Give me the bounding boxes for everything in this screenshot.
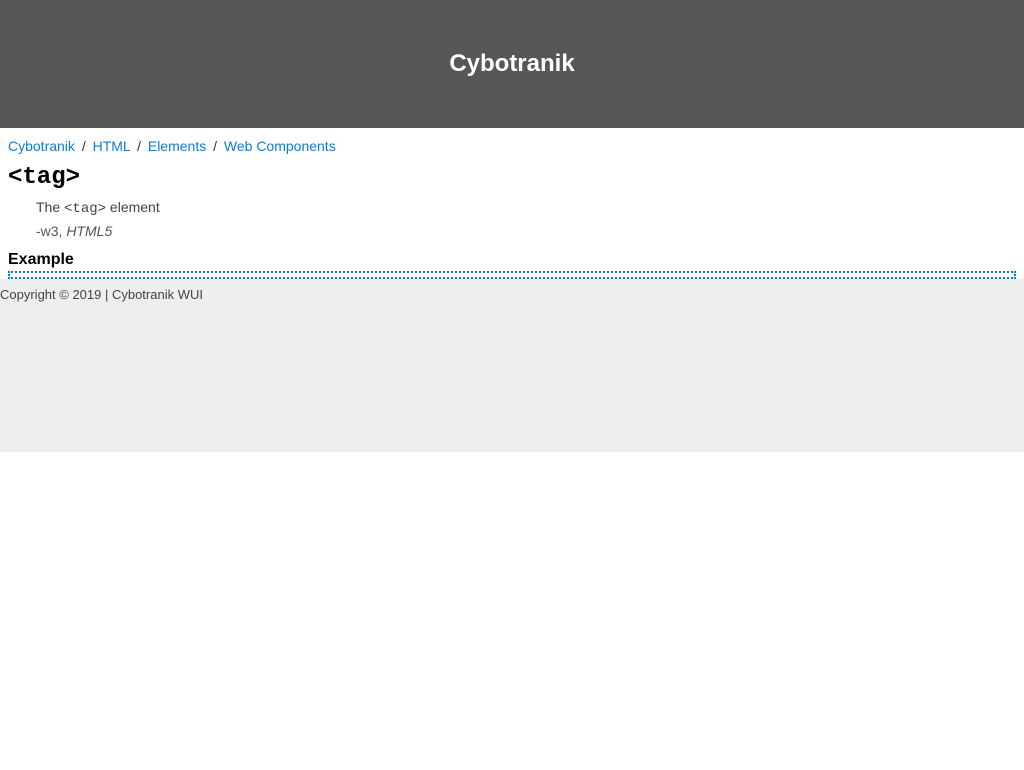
page-title: Cybotranik (0, 50, 1024, 78)
breadcrumb-separator: / (213, 138, 217, 154)
breadcrumb-link-web-components[interactable]: Web Components (224, 138, 336, 154)
page-footer: Copyright © 2019 | Cybotranik WUI (0, 279, 1024, 452)
citation-prefix: -w3, (36, 223, 66, 239)
breadcrumb-separator: / (137, 138, 141, 154)
breadcrumb-link-cybotranik[interactable]: Cybotranik (8, 138, 75, 154)
example-block (8, 271, 1016, 279)
tag-description: The <tag> element (8, 199, 1016, 217)
citation-source: HTML5 (66, 223, 112, 239)
breadcrumb-link-html[interactable]: HTML (93, 138, 131, 154)
description-code: <tag> (64, 201, 106, 217)
tag-title: <tag> (8, 164, 1016, 191)
description-suffix: element (106, 199, 160, 215)
page-header: Cybotranik (0, 0, 1024, 128)
example-heading: Example (8, 251, 1016, 269)
breadcrumb: Cybotranik / HTML / Elements / Web Compo… (0, 128, 1024, 164)
breadcrumb-separator: / (82, 138, 86, 154)
description-prefix: The (36, 199, 64, 215)
main-content: <tag> The <tag> element -w3, HTML5 Examp… (0, 164, 1024, 279)
breadcrumb-link-elements[interactable]: Elements (148, 138, 206, 154)
citation: -w3, HTML5 (8, 223, 1016, 239)
copyright-text: Copyright © 2019 | Cybotranik WUI (0, 287, 203, 302)
